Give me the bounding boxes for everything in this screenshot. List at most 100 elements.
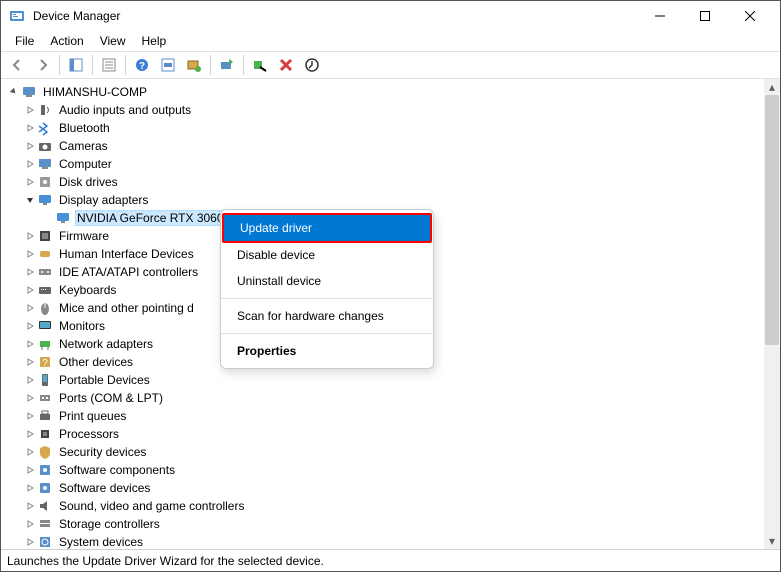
expander-icon[interactable] — [23, 319, 37, 333]
hid-icon — [37, 246, 53, 262]
expander-icon[interactable] — [23, 409, 37, 423]
expander-icon[interactable] — [23, 247, 37, 261]
maximize-button[interactable] — [682, 2, 727, 30]
expander-icon[interactable] — [23, 337, 37, 351]
tree-category[interactable]: Software components — [3, 461, 778, 479]
expander-icon[interactable] — [23, 391, 37, 405]
tree-device-label: NVIDIA GeForce RTX 3060 Ti — [75, 210, 238, 226]
network-icon — [37, 336, 53, 352]
toolbar-separator — [125, 55, 126, 75]
expander-icon[interactable] — [23, 301, 37, 315]
tree-category[interactable]: Computer — [3, 155, 778, 173]
tree-category[interactable]: Ports (COM & LPT) — [3, 389, 778, 407]
minimize-button[interactable] — [637, 2, 682, 30]
tree-category[interactable]: Audio inputs and outputs — [3, 101, 778, 119]
menu-view[interactable]: View — [92, 32, 134, 50]
expander-icon[interactable] — [23, 481, 37, 495]
ports-icon — [37, 390, 53, 406]
tree-category[interactable]: Display adapters — [3, 191, 778, 209]
tree-category-label: Audio inputs and outputs — [57, 102, 193, 118]
expander-icon[interactable] — [23, 283, 37, 297]
expander-icon[interactable] — [23, 535, 37, 549]
display-icon — [55, 210, 71, 226]
tree-category-label: Other devices — [57, 354, 135, 370]
vertical-scrollbar[interactable]: ▴ ▾ — [764, 79, 780, 549]
expander-icon[interactable] — [23, 139, 37, 153]
expander-icon[interactable] — [23, 373, 37, 387]
properties-button[interactable] — [97, 53, 121, 77]
cpu-icon — [37, 426, 53, 442]
computer-icon — [37, 156, 53, 172]
ctx-update-driver[interactable]: Update driver — [222, 213, 432, 243]
tree-category-label: IDE ATA/ATAPI controllers — [57, 264, 200, 280]
tree-category[interactable]: System devices — [3, 533, 778, 549]
tree-category-label: Firmware — [57, 228, 111, 244]
ctx-separator — [221, 298, 433, 299]
expander-icon[interactable] — [23, 121, 37, 135]
help-button[interactable]: ? — [130, 53, 154, 77]
expander-icon[interactable] — [23, 355, 37, 369]
menu-action[interactable]: Action — [42, 32, 91, 50]
window-title: Device Manager — [33, 9, 637, 23]
disk-icon — [37, 174, 53, 190]
show-hide-tree-button[interactable] — [64, 53, 88, 77]
tree-category-label: Cameras — [57, 138, 110, 154]
expander-icon[interactable] — [7, 85, 21, 99]
back-button[interactable] — [5, 53, 29, 77]
device-tree[interactable]: ▴ ▾ HIMANSHU-COMP Audio inputs and outpu… — [1, 79, 780, 549]
system-icon — [37, 534, 53, 549]
expander-icon[interactable] — [23, 103, 37, 117]
ctx-disable-device[interactable]: Disable device — [221, 242, 433, 268]
uninstall-device-button[interactable] — [274, 53, 298, 77]
expander-icon[interactable] — [23, 463, 37, 477]
ctx-properties[interactable]: Properties — [221, 338, 433, 364]
expander-icon[interactable] — [23, 265, 37, 279]
monitor-icon — [37, 318, 53, 334]
tree-category[interactable]: Cameras — [3, 137, 778, 155]
toolbar-separator — [92, 55, 93, 75]
scroll-down-arrow[interactable]: ▾ — [764, 533, 780, 549]
menu-file[interactable]: File — [7, 32, 42, 50]
close-button[interactable] — [727, 2, 772, 30]
tree-category[interactable]: Security devices — [3, 443, 778, 461]
forward-button[interactable] — [31, 53, 55, 77]
sound-icon — [37, 498, 53, 514]
tree-category-label: Print queues — [57, 408, 128, 424]
action-icon-button[interactable] — [156, 53, 180, 77]
menu-help[interactable]: Help — [134, 32, 175, 50]
disable-device-button[interactable] — [248, 53, 272, 77]
storage-icon — [37, 516, 53, 532]
expander-icon[interactable] — [23, 157, 37, 171]
tree-category[interactable]: Bluetooth — [3, 119, 778, 137]
tree-category[interactable]: Processors — [3, 425, 778, 443]
more-actions-button[interactable] — [300, 53, 324, 77]
ctx-uninstall-device[interactable]: Uninstall device — [221, 268, 433, 294]
tree-category[interactable]: Sound, video and game controllers — [3, 497, 778, 515]
update-driver-button[interactable] — [215, 53, 239, 77]
expander-icon[interactable] — [23, 499, 37, 513]
expander-icon[interactable] — [23, 517, 37, 531]
scroll-up-arrow[interactable]: ▴ — [764, 79, 780, 95]
svg-text:?: ? — [139, 61, 145, 72]
expander-icon[interactable] — [23, 445, 37, 459]
scroll-thumb[interactable] — [765, 95, 779, 345]
tree-category[interactable]: Storage controllers — [3, 515, 778, 533]
ide-icon — [37, 264, 53, 280]
tree-category[interactable]: Software devices — [3, 479, 778, 497]
tree-category[interactable]: Print queues — [3, 407, 778, 425]
scan-hardware-button[interactable] — [182, 53, 206, 77]
expander-icon[interactable] — [23, 427, 37, 441]
expander-icon[interactable] — [23, 229, 37, 243]
computer-icon — [21, 84, 37, 100]
app-icon — [9, 8, 25, 24]
tree-category[interactable]: Disk drives — [3, 173, 778, 191]
ctx-scan-hardware[interactable]: Scan for hardware changes — [221, 303, 433, 329]
tree-category[interactable]: Portable Devices — [3, 371, 778, 389]
statusbar: Launches the Update Driver Wizard for th… — [1, 549, 780, 571]
tree-root[interactable]: HIMANSHU-COMP — [3, 83, 778, 101]
titlebar: Device Manager — [1, 1, 780, 31]
toolbar-separator — [59, 55, 60, 75]
expander-icon[interactable] — [23, 193, 37, 207]
software-icon — [37, 480, 53, 496]
expander-icon[interactable] — [23, 175, 37, 189]
